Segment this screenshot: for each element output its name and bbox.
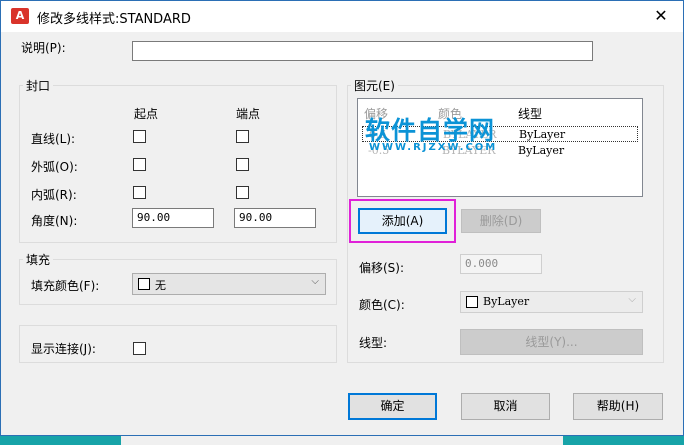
- fill-group-title: 填充: [23, 251, 54, 268]
- fill-color-select[interactable]: 无 ⌵: [132, 273, 326, 295]
- element-linetype: ByLayer: [519, 128, 566, 141]
- chevron-down-icon: ⌵: [628, 294, 636, 305]
- element-color-value: ByLayer: [483, 295, 530, 308]
- fill-color-value: 无: [155, 279, 166, 292]
- display-joints-label: 显示连接(J):: [31, 342, 96, 356]
- fill-color-label: 填充颜色(F):: [31, 279, 100, 293]
- outer-arc-start-checkbox[interactable]: [133, 158, 146, 171]
- display-joints-checkbox[interactable]: [133, 342, 146, 355]
- watermark-url: WWW.RJZXW.COM: [369, 142, 498, 153]
- fill-color-swatch: [138, 278, 150, 290]
- close-icon[interactable]: ✕: [647, 4, 675, 28]
- element-color-swatch: [466, 296, 478, 308]
- description-label: 说明(P):: [21, 41, 66, 55]
- inner-arc-end-checkbox[interactable]: [236, 186, 249, 199]
- autocad-app-icon: A: [11, 8, 29, 24]
- inner-arc-start-checkbox[interactable]: [133, 186, 146, 199]
- title-bar: A 修改多线样式:STANDARD ✕: [1, 1, 683, 32]
- caps-start-header: 起点: [134, 107, 159, 121]
- elements-group-title: 图元(E): [351, 77, 398, 94]
- element-linetype: ByLayer: [518, 144, 565, 157]
- caps-end-header: 端点: [236, 107, 261, 121]
- element-color-select[interactable]: ByLayer ⌵: [460, 291, 643, 313]
- caps-group-title: 封口: [23, 77, 54, 94]
- delete-element-button[interactable]: 删除(D): [461, 209, 541, 233]
- multiline-style-dialog: A 修改多线样式:STANDARD ✕ 说明(P): 封口 起点 端点 直线(L…: [0, 0, 684, 436]
- background-window-edge: [121, 436, 563, 445]
- line-cap-label: 直线(L):: [31, 132, 76, 146]
- highlight-annotation: [349, 199, 456, 243]
- offset-input[interactable]: 0.000: [460, 254, 542, 274]
- help-button[interactable]: 帮助(H): [573, 393, 663, 420]
- cancel-button[interactable]: 取消: [461, 393, 550, 420]
- dialog-title: 修改多线样式:STANDARD: [37, 12, 191, 27]
- chevron-down-icon: ⌵: [311, 276, 319, 287]
- linetype-button[interactable]: 线型(Y)...: [460, 329, 643, 355]
- element-linetype-label: 线型:: [359, 336, 388, 350]
- angle-label: 角度(N):: [31, 214, 78, 228]
- line-cap-end-checkbox[interactable]: [236, 130, 249, 143]
- inner-arc-cap-label: 内弧(R):: [31, 188, 77, 202]
- outer-arc-end-checkbox[interactable]: [236, 158, 249, 171]
- offset-label: 偏移(S):: [359, 261, 405, 275]
- description-input[interactable]: [132, 41, 593, 61]
- line-cap-start-checkbox[interactable]: [133, 130, 146, 143]
- element-color-label: 颜色(C):: [359, 298, 405, 312]
- angle-start-input[interactable]: 90.00: [132, 208, 214, 228]
- linetype-column-header: 线型: [518, 107, 543, 121]
- outer-arc-cap-label: 外弧(O):: [31, 160, 78, 174]
- angle-end-input[interactable]: 90.00: [234, 208, 316, 228]
- ok-button[interactable]: 确定: [348, 393, 437, 420]
